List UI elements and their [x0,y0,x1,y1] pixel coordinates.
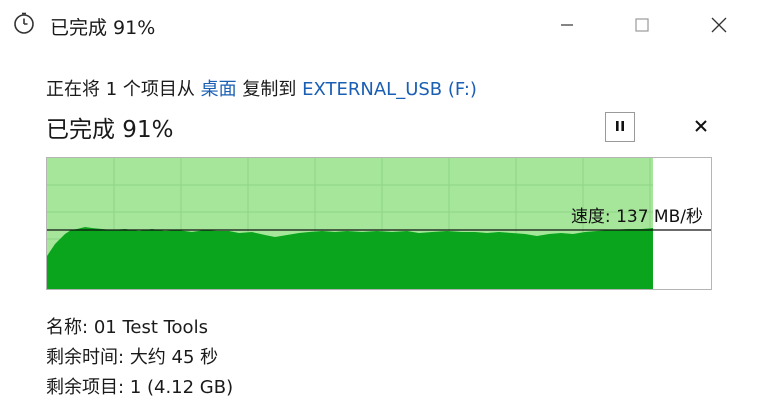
detail-time: 剩余时间: 大约 45 秒 [46,343,218,369]
minimize-icon [559,17,575,33]
maximize-button[interactable] [620,9,664,41]
items-remaining-label: 剩余项目: [46,377,125,398]
source-link[interactable]: 桌面 [201,79,237,100]
speed-area [47,227,653,289]
speed-readout: 速度: 137 MB/秒 [571,202,703,227]
speed-label: 速度: [570,207,611,227]
operation-prefix: 正在将 [46,79,100,100]
pause-icon [613,118,627,137]
speed-graph: 速度: 137 MB/秒 [46,157,712,290]
detail-items: 剩余项目: 1 (4.12 GB) [46,373,233,399]
cancel-icon [694,118,708,137]
destination-link[interactable]: EXTERNAL_USB (F:) [302,79,477,100]
progress-status: 已完成 91% [46,117,174,143]
time-remaining-value: 大约 45 秒 [129,347,219,368]
minimize-button[interactable] [545,9,589,41]
close-icon [710,16,728,34]
operation-description: 正在将 1 个项目从 桌面 复制到 EXTERNAL_USB (F:) [46,75,477,101]
close-window-button[interactable] [697,9,741,41]
name-value: 01 Test Tools [93,317,208,338]
stopwatch-icon [12,11,36,35]
item-count: 1 [105,79,118,100]
items-remaining-value: 1 (4.12 GB) [129,377,234,398]
window-title: 已完成 91% [50,17,156,39]
maximize-icon [634,17,650,33]
pause-button[interactable] [605,112,635,142]
operation-unit: 个项目从 [122,79,195,100]
cancel-button[interactable] [688,114,714,140]
title-bar: 已完成 91% [0,0,761,50]
operation-verb: 复制到 [242,79,297,100]
time-remaining-label: 剩余时间: [46,347,125,368]
detail-name: 名称: 01 Test Tools [46,313,208,339]
name-label: 名称: [46,317,89,338]
speed-value: 137 MB/秒 [616,207,703,227]
